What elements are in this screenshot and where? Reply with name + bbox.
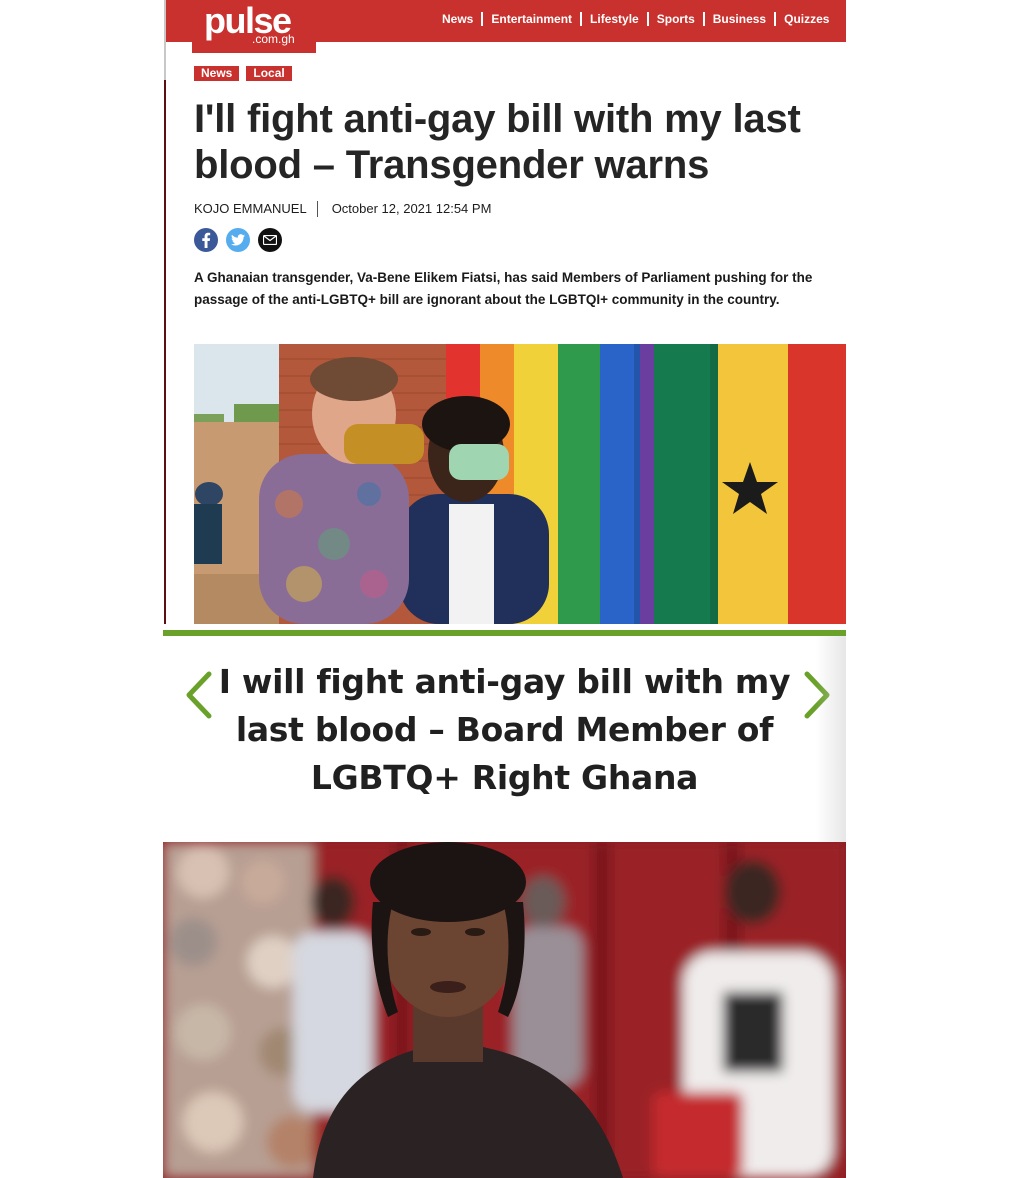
site-logo[interactable]: pulse .com.gh: [192, 0, 316, 53]
nav-item-news[interactable]: News: [440, 12, 484, 26]
article-headline: I'll fight anti-gay bill with my last bl…: [194, 97, 801, 187]
portrait-photo: [163, 842, 846, 1178]
publish-date: October 12, 2021 12:54 PM: [331, 201, 492, 216]
news-card: I will fight anti-gay bill with my last …: [163, 624, 846, 1178]
logo-domain: .com.gh: [252, 32, 295, 46]
nav-item-sports[interactable]: Sports: [649, 12, 705, 26]
nav-item-lifestyle[interactable]: Lifestyle: [582, 12, 649, 26]
pulse-article-screenshot: pulse .com.gh News Entertainment Lifesty…: [164, 0, 846, 624]
twitter-icon[interactable]: [226, 228, 250, 252]
tag-local[interactable]: Local: [246, 66, 292, 81]
mail-icon[interactable]: [258, 228, 282, 252]
card-accent-rule: [163, 630, 846, 636]
top-navigation: News Entertainment Lifestyle Sports Busi…: [440, 10, 837, 28]
category-tags: News Local: [194, 66, 292, 81]
nav-item-entertainment[interactable]: Entertainment: [483, 12, 583, 26]
article-lede: A Ghanaian transgender, Va-Bene Elikem F…: [194, 270, 813, 307]
nav-item-quizzes[interactable]: Quizzes: [776, 12, 837, 26]
author-name[interactable]: KOJO EMMANUEL: [194, 201, 318, 217]
card-edge-shadow: [816, 636, 846, 842]
tag-news[interactable]: News: [194, 66, 240, 81]
collage-root: pulse .com.gh News Entertainment Lifesty…: [0, 0, 1026, 1178]
left-edge-rule: [164, 0, 166, 624]
hero-image-rainbow-and-ghana-flags: [194, 344, 846, 624]
byline: KOJO EMMANUEL October 12, 2021 12:54 PM: [194, 201, 491, 217]
card-headline: I will fight anti-gay bill with my last …: [218, 662, 791, 797]
share-buttons: [194, 228, 282, 252]
facebook-icon[interactable]: [194, 228, 218, 252]
nav-item-business[interactable]: Business: [705, 12, 777, 26]
